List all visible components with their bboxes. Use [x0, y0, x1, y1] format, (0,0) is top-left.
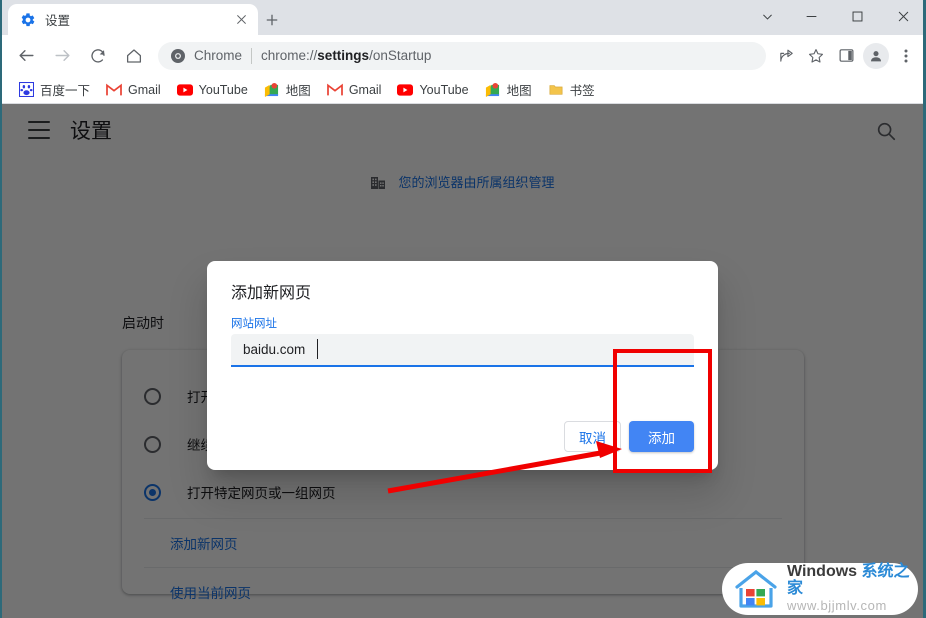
- bookmarks-bar: 百度一下 Gmail YouTube 地图 Gmail YouTube 地图 书…: [0, 76, 926, 104]
- home-icon: [126, 48, 142, 63]
- chevron-down-icon: [762, 14, 772, 20]
- address-bar[interactable]: Chrome chrome://settings/onStartup: [158, 41, 766, 70]
- close-icon[interactable]: [230, 9, 252, 31]
- bookmark-label: Gmail: [348, 82, 382, 97]
- close-icon: [898, 11, 908, 22]
- bookmark-item[interactable]: Gmail: [321, 79, 388, 101]
- home-button[interactable]: [120, 42, 148, 70]
- maximize-button[interactable]: [834, 0, 880, 33]
- share-button[interactable]: [772, 42, 800, 70]
- reload-button[interactable]: [84, 42, 112, 70]
- minimize-icon: [806, 16, 816, 17]
- forward-button[interactable]: [48, 42, 76, 70]
- text-caret: [317, 339, 318, 359]
- forward-arrow-icon: [54, 50, 70, 61]
- maximize-icon: [852, 11, 862, 22]
- gmail-icon: [326, 82, 343, 98]
- toolbar-right-icons: [770, 42, 920, 70]
- bookmark-label: Gmail: [128, 82, 161, 97]
- minimize-button[interactable]: [788, 0, 834, 33]
- omnibox-url: chrome://settings/onStartup: [261, 48, 431, 63]
- side-panel-icon: [839, 49, 853, 62]
- side-panel-button[interactable]: [832, 42, 860, 70]
- tab-search-button[interactable]: [746, 0, 788, 33]
- window-border-left: [0, 0, 2, 618]
- reload-icon: [91, 48, 105, 63]
- baidu-icon: [18, 82, 34, 98]
- profile-button[interactable]: [862, 42, 890, 70]
- bookmark-star-button[interactable]: [802, 42, 830, 70]
- star-icon: [808, 48, 824, 63]
- dialog-title: 添加新网页: [231, 285, 312, 302]
- bookmark-label: YouTube: [419, 82, 469, 97]
- bookmark-item[interactable]: Gmail: [100, 79, 167, 101]
- bookmark-item[interactable]: YouTube: [171, 79, 254, 101]
- bookmark-label: 百度一下: [40, 84, 91, 98]
- site-url-input[interactable]: [231, 334, 694, 367]
- watermark-brand: Windows 系统之家: [787, 563, 918, 598]
- gear-icon: [20, 12, 36, 28]
- bookmark-label: 地图: [506, 84, 532, 98]
- new-tab-button[interactable]: [258, 6, 286, 34]
- bookmark-label: 书签: [569, 84, 595, 98]
- youtube-icon: [397, 82, 414, 98]
- bookmark-item[interactable]: 地图: [479, 79, 538, 101]
- url-prefix: chrome://: [261, 48, 318, 63]
- chrome-logo-icon: [170, 48, 186, 64]
- watermark-url: www.bjjmlv.com: [787, 597, 887, 613]
- window-controls: [746, 0, 926, 35]
- gmail-icon: [106, 82, 122, 98]
- watermark-text: Windows 系统之家 www.bjjmlv.com: [787, 563, 918, 614]
- watermark-brand-en: Windows: [787, 563, 862, 581]
- close-button[interactable]: [880, 0, 926, 33]
- add-button[interactable]: 添加: [629, 421, 694, 452]
- cancel-button[interactable]: 取消: [564, 421, 621, 452]
- bookmark-label: 地图: [285, 84, 311, 98]
- maps-icon: [264, 82, 280, 98]
- back-button[interactable]: [12, 42, 40, 70]
- browser-toolbar: Chrome chrome://settings/onStartup: [0, 35, 926, 76]
- url-bold: settings: [317, 48, 370, 63]
- omnibox-scheme-label: Chrome: [194, 48, 243, 63]
- plus-icon: [266, 14, 278, 26]
- tab-strip: 设置: [0, 0, 926, 35]
- bookmark-folder[interactable]: 书签: [542, 79, 601, 101]
- omnibox-separator: [251, 47, 253, 64]
- browser-menu-button[interactable]: [892, 42, 920, 70]
- url-suffix: /onStartup: [369, 48, 432, 63]
- youtube-icon: [176, 82, 193, 98]
- bookmark-label: YouTube: [198, 82, 248, 97]
- add-new-page-dialog: 添加新网页 网站网址 取消 添加: [207, 261, 718, 470]
- share-icon: [779, 49, 793, 62]
- windows-house-logo-icon: [734, 569, 778, 609]
- watermark: Windows 系统之家 www.bjjmlv.com: [722, 563, 918, 615]
- bookmark-item[interactable]: YouTube: [391, 79, 474, 101]
- maps-icon: [485, 82, 501, 98]
- browser-window: 设置 Chrome chrome://settings/onStartup 百度…: [0, 0, 926, 618]
- three-dot-menu-icon: [904, 49, 908, 62]
- folder-icon: [548, 82, 564, 98]
- back-arrow-icon: [18, 50, 34, 61]
- site-url-field-label: 网站网址: [231, 318, 277, 330]
- tab-settings[interactable]: 设置: [8, 4, 258, 35]
- bookmark-item[interactable]: 百度一下: [12, 79, 96, 101]
- dialog-actions: 取消 添加: [564, 421, 694, 452]
- bookmark-item[interactable]: 地图: [258, 79, 317, 101]
- profile-avatar-icon: [863, 42, 889, 69]
- tab-title: 设置: [45, 14, 71, 28]
